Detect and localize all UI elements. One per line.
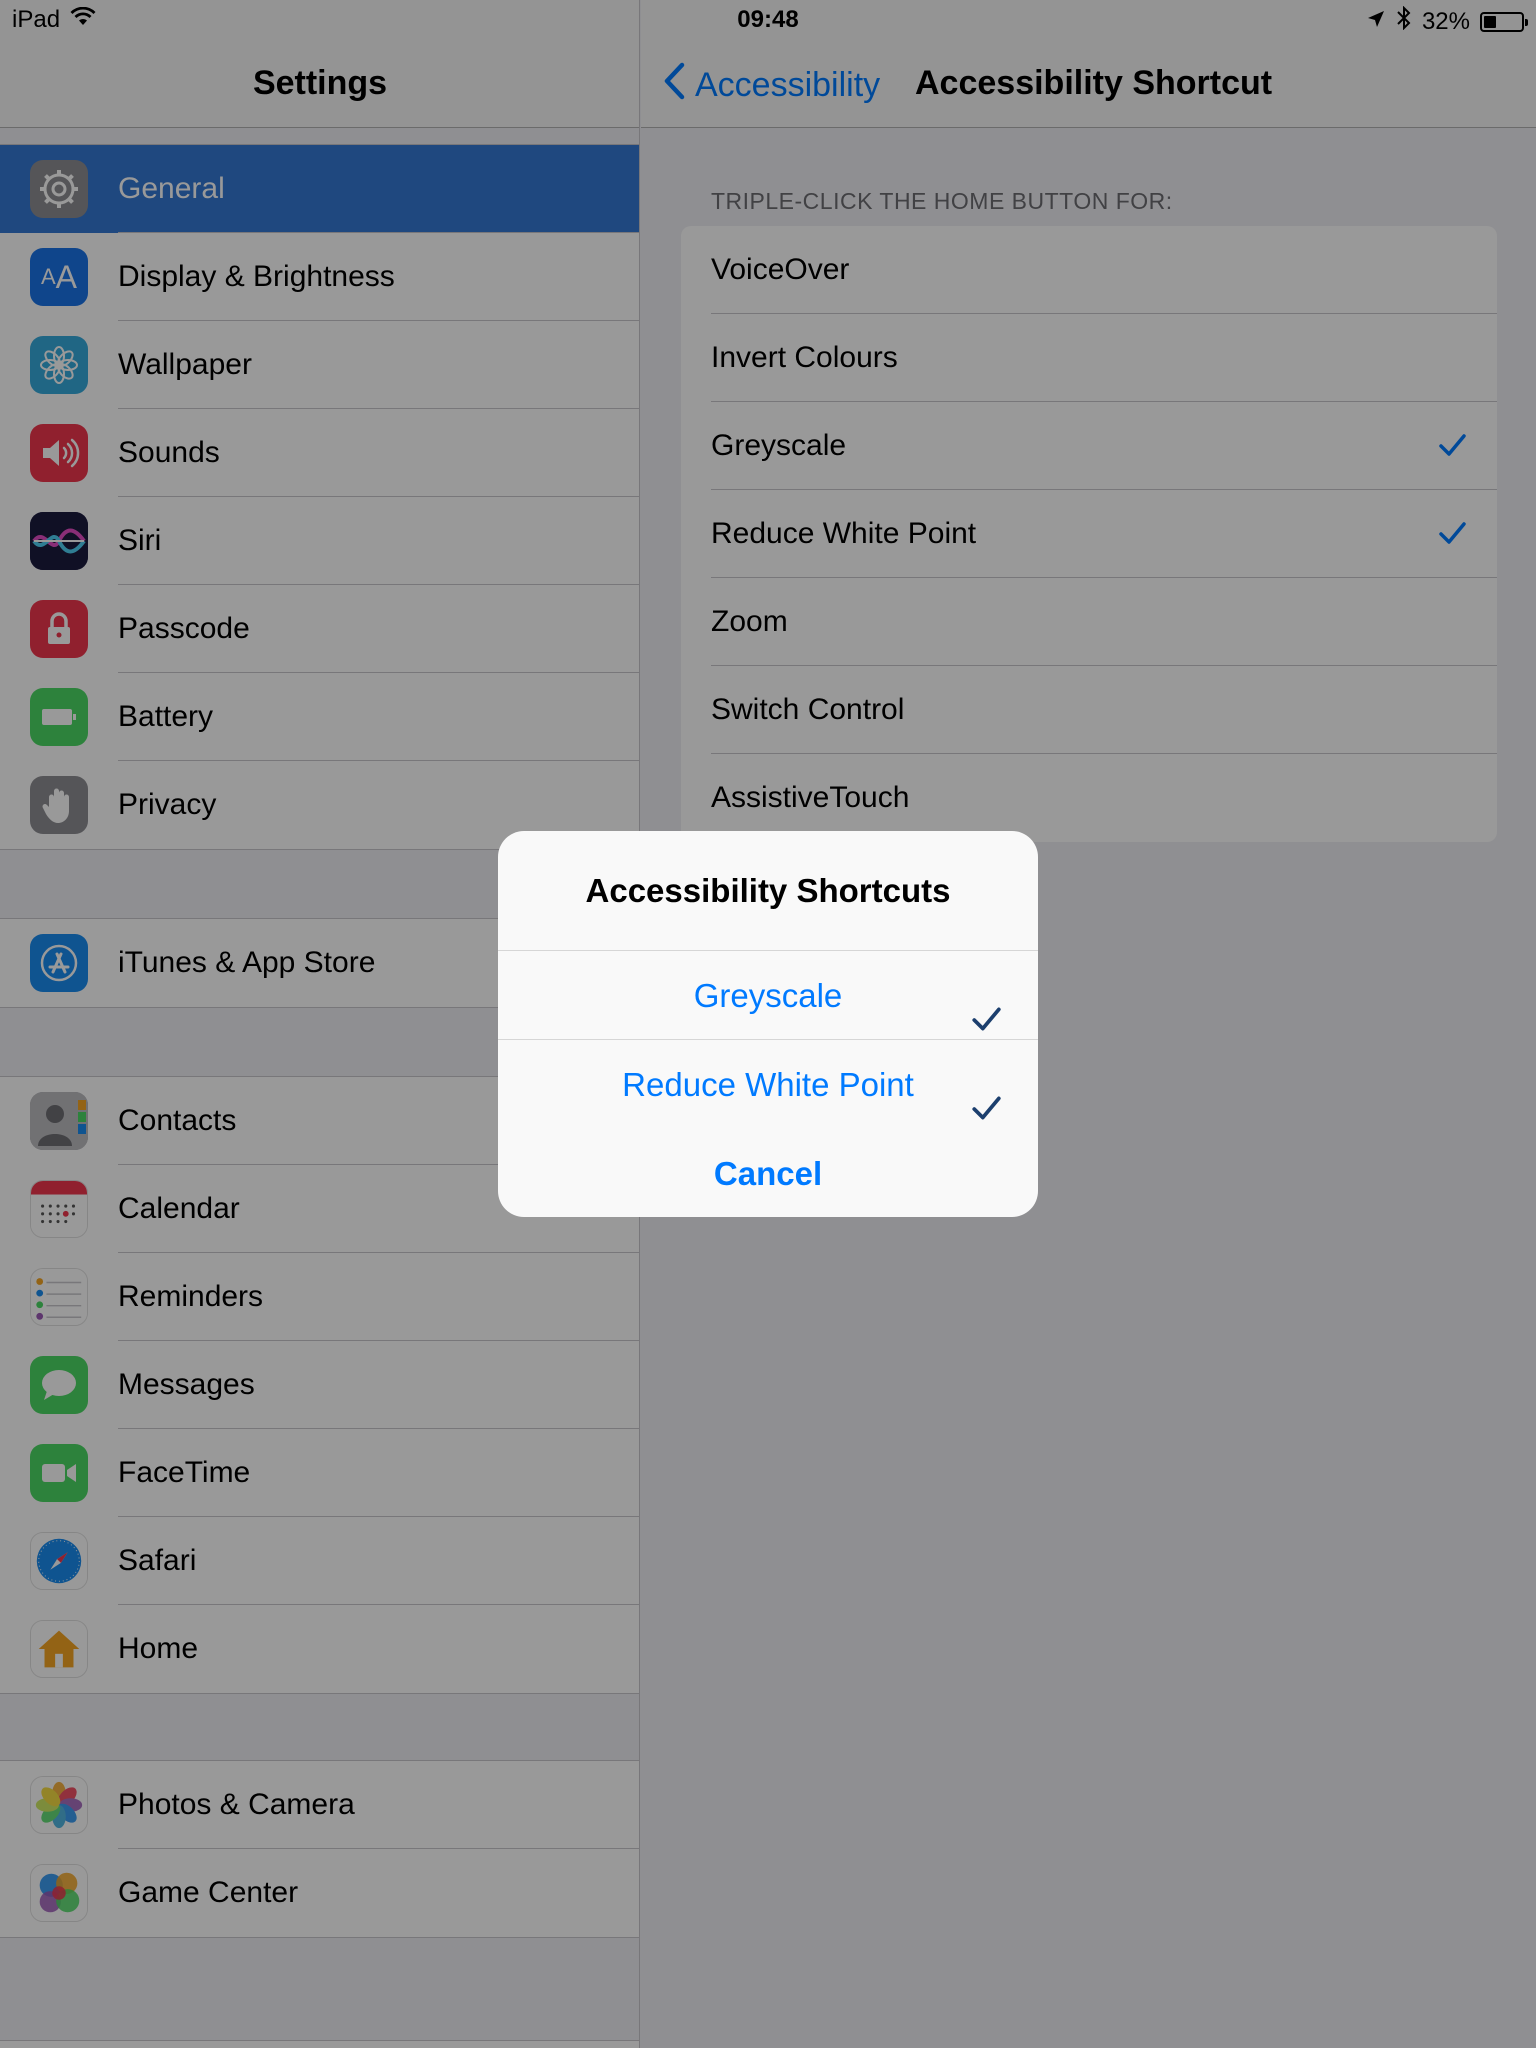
alert-actions: Greyscale Reduce White Point [498,951,1038,1129]
alert-title: Accessibility Shortcuts [498,831,1038,951]
accessibility-shortcuts-alert: Accessibility Shortcuts Greyscale Reduce … [498,831,1038,1217]
cancel-button[interactable]: Cancel [498,1129,1038,1217]
alert-action-reduce-white-point[interactable]: Reduce White Point [498,1040,1038,1129]
checkmark-icon [970,979,1002,1031]
checkmark-icon [970,1068,1002,1120]
alert-action-greyscale[interactable]: Greyscale [498,951,1038,1040]
alert-action-label: Greyscale [693,977,843,1014]
alert-action-label: Reduce White Point [622,1066,914,1103]
